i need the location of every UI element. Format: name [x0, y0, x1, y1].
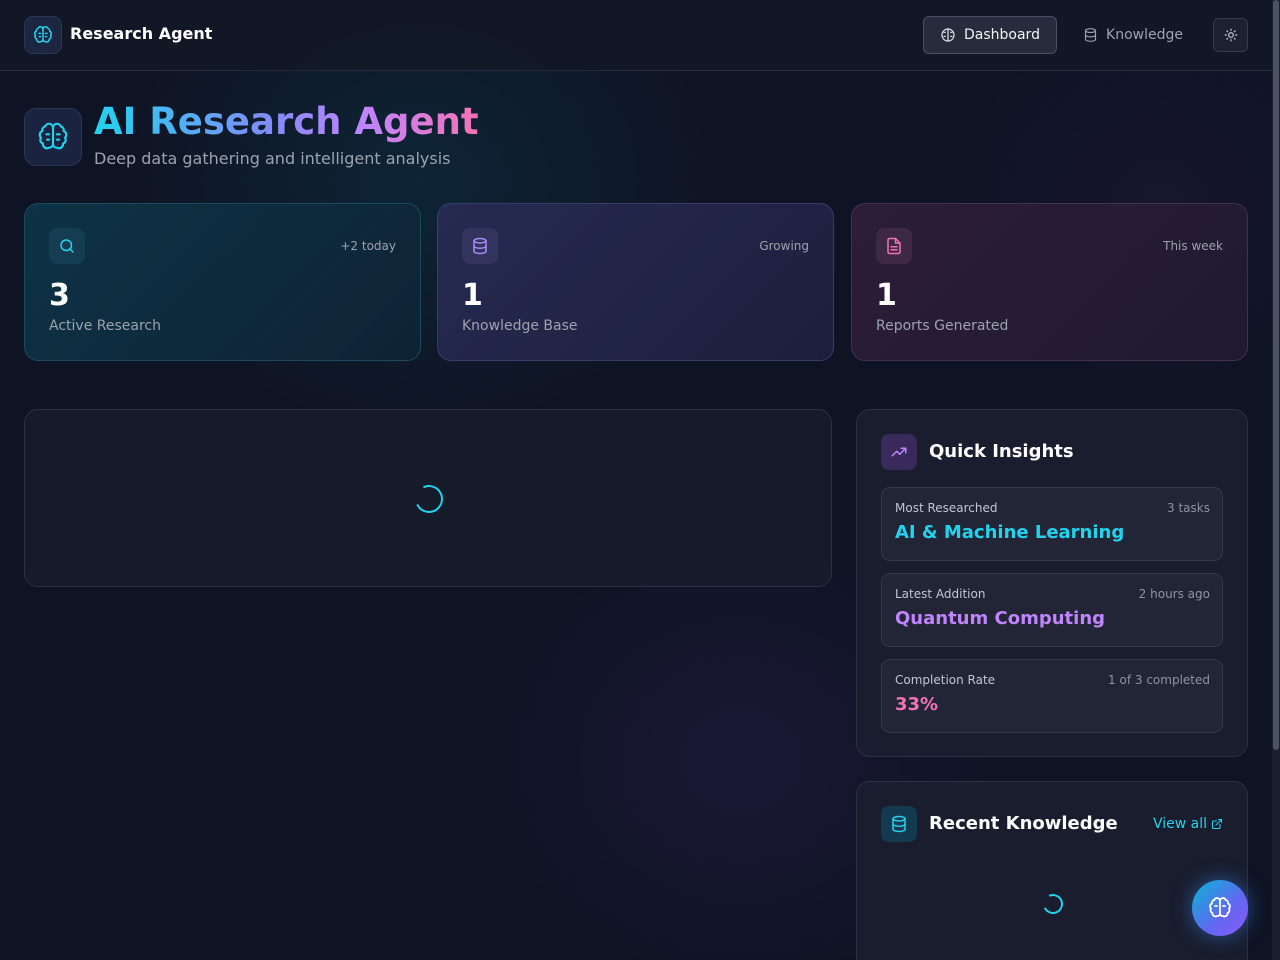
trending-up-icon — [891, 447, 907, 457]
insight-completion-rate[interactable]: Completion Rate 1 of 3 completed 33% — [881, 659, 1223, 733]
brain-icon — [38, 122, 68, 150]
panel-icon-wrap — [881, 806, 917, 842]
recent-knowledge-title: Recent Knowledge — [929, 813, 1118, 834]
recent-knowledge-panel: Recent Knowledge View all — [856, 781, 1248, 960]
quick-insights-title: Quick Insights — [929, 441, 1074, 462]
nav-dashboard-button[interactable]: Dashboard — [923, 16, 1057, 54]
top-navbar: Research Agent Dashboard Knowledge — [0, 0, 1280, 71]
stat-card-knowledge-base[interactable]: Growing 1 Knowledge Base — [437, 203, 834, 361]
theme-toggle-button[interactable] — [1213, 18, 1248, 52]
insight-label: Latest Addition — [895, 587, 986, 601]
page-subtitle: Deep data gathering and intelligent anal… — [94, 149, 451, 168]
insight-value: Quantum Computing — [895, 608, 1106, 629]
stat-icon-wrap — [876, 228, 912, 264]
stat-card-reports-generated[interactable]: This week 1 Reports Generated — [851, 203, 1248, 361]
file-text-icon — [887, 237, 901, 255]
sun-icon — [1224, 28, 1237, 42]
insight-meta: 2 hours ago — [1138, 587, 1210, 601]
hero-logo — [24, 108, 82, 166]
insight-value: 33% — [895, 694, 939, 715]
view-all-link[interactable]: View all — [1153, 816, 1223, 832]
stat-icon-wrap — [49, 228, 85, 264]
stat-icon-wrap — [462, 228, 498, 264]
stat-badge: +2 today — [340, 239, 396, 253]
scrollbar-thumb[interactable] — [1273, 0, 1279, 750]
loading-spinner — [1040, 891, 1066, 917]
stat-badge: Growing — [759, 239, 809, 253]
stat-label: Reports Generated — [876, 318, 1009, 334]
stat-label: Knowledge Base — [462, 318, 578, 334]
view-all-label: View all — [1152, 816, 1207, 832]
external-link-icon — [1211, 818, 1223, 830]
insight-latest-addition[interactable]: Latest Addition 2 hours ago Quantum Comp… — [881, 573, 1223, 647]
loading-spinner — [411, 481, 447, 517]
insight-label: Most Researched — [895, 501, 998, 515]
insight-value: AI & Machine Learning — [895, 522, 1125, 543]
page-title: AI Research Agent — [94, 100, 479, 143]
nav-knowledge-button[interactable]: Knowledge — [1066, 16, 1200, 54]
database-icon — [473, 237, 487, 255]
stat-value: 1 — [876, 278, 897, 313]
brain-icon — [941, 28, 955, 42]
assistant-fab-button[interactable] — [1192, 880, 1248, 936]
stat-label: Active Research — [49, 318, 161, 334]
insight-meta: 1 of 3 completed — [1108, 673, 1210, 687]
nav-dashboard-label: Dashboard — [964, 27, 1040, 43]
brand-logo[interactable] — [24, 16, 62, 54]
research-panel — [24, 409, 832, 587]
insight-label: Completion Rate — [895, 673, 996, 687]
panel-icon-wrap — [881, 434, 917, 470]
stat-card-active-research[interactable]: +2 today 3 Active Research — [24, 203, 421, 361]
brand-name[interactable]: Research Agent — [70, 24, 212, 43]
quick-insights-panel: Quick Insights Most Researched 3 tasks A… — [856, 409, 1248, 757]
insight-meta: 3 tasks — [1167, 501, 1210, 515]
brain-icon — [34, 26, 52, 43]
database-icon — [1084, 28, 1097, 42]
search-icon — [60, 239, 74, 253]
nav-knowledge-label: Knowledge — [1106, 27, 1183, 43]
database-icon — [892, 815, 906, 833]
stat-value: 3 — [49, 278, 70, 313]
brain-icon — [1209, 897, 1231, 918]
insight-most-researched[interactable]: Most Researched 3 tasks AI & Machine Lea… — [881, 487, 1223, 561]
stat-badge: This week — [1163, 239, 1223, 253]
stat-value: 1 — [462, 278, 483, 313]
